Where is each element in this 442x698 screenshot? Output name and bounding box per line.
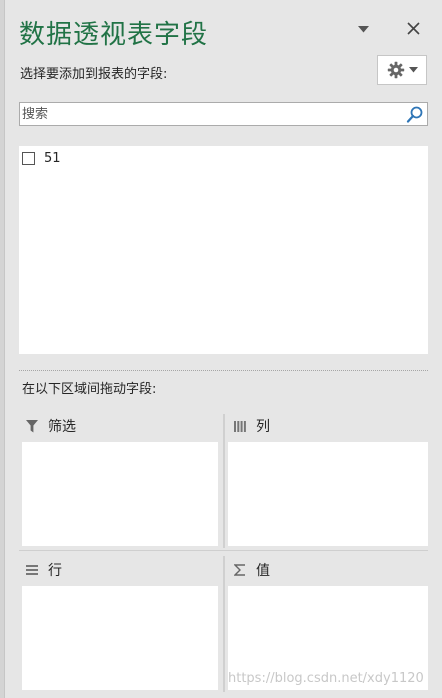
filter-drop-zone[interactable] bbox=[22, 442, 218, 546]
field-item[interactable]: 51 bbox=[21, 148, 61, 168]
search-icon[interactable] bbox=[406, 105, 424, 123]
close-icon bbox=[406, 21, 420, 35]
field-list: 51 bbox=[19, 146, 428, 354]
area-separator-horizontal bbox=[19, 550, 428, 551]
panel-title: 数据透视表字段 bbox=[19, 20, 209, 50]
area-separator-vertical bbox=[223, 414, 225, 548]
columns-area-label: 列 bbox=[256, 419, 270, 435]
rows-drop-zone[interactable] bbox=[22, 586, 218, 690]
search-input[interactable] bbox=[20, 103, 400, 125]
values-area-header: 值 bbox=[232, 556, 270, 584]
rows-area-header: 行 bbox=[24, 556, 62, 584]
panel-left-border bbox=[0, 0, 5, 698]
caret-down-icon bbox=[408, 67, 418, 73]
section-divider bbox=[19, 370, 428, 371]
search-box[interactable] bbox=[19, 102, 428, 126]
tools-button[interactable] bbox=[377, 55, 427, 85]
area-separator-vertical bbox=[223, 556, 225, 692]
filter-area-label: 筛选 bbox=[48, 419, 76, 435]
rows-area-label: 行 bbox=[48, 563, 62, 579]
field-label: 51 bbox=[44, 150, 61, 166]
rows-icon bbox=[24, 562, 40, 578]
watermark: https://blog.csdn.net/xdy1120 bbox=[228, 671, 424, 686]
gear-icon bbox=[387, 61, 404, 79]
areas-instruction: 在以下区域间拖动字段: bbox=[22, 382, 157, 397]
close-button[interactable] bbox=[402, 17, 424, 39]
field-list-instruction: 选择要添加到报表的字段: bbox=[20, 67, 168, 82]
field-checkbox[interactable] bbox=[22, 151, 35, 165]
caret-down-icon bbox=[357, 25, 369, 32]
sigma-icon bbox=[232, 562, 248, 578]
columns-drop-zone[interactable] bbox=[228, 442, 428, 546]
filter-icon bbox=[24, 418, 40, 434]
values-area-label: 值 bbox=[256, 563, 270, 579]
columns-icon bbox=[232, 418, 248, 434]
filter-area-header: 筛选 bbox=[24, 412, 76, 440]
columns-area-header: 列 bbox=[232, 412, 270, 440]
panel-options-dropdown[interactable] bbox=[355, 22, 371, 36]
